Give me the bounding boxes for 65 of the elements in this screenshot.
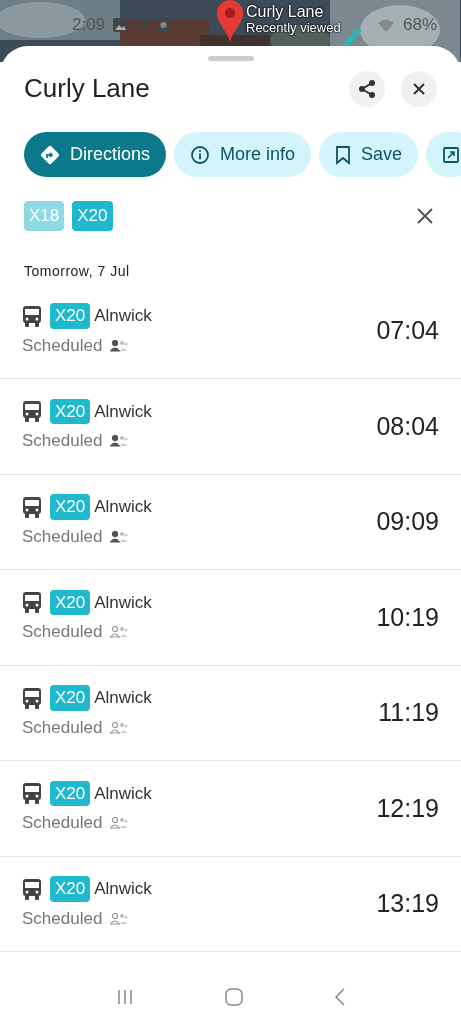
bus-icon — [22, 592, 42, 613]
status-text: Scheduled — [22, 812, 103, 835]
status-time: 2:09 — [71, 14, 106, 36]
departure-time: 13:19 — [376, 888, 439, 919]
departure-row[interactable]: X20 Alnwick Scheduled 10:19 — [0, 570, 461, 666]
bus-icon — [22, 305, 42, 327]
share-button[interactable] — [349, 70, 385, 107]
destination-text: Alnwick — [94, 496, 152, 519]
route-badge: X20 — [50, 876, 91, 902]
departure-row[interactable]: X20 Alnwick Scheduled 08:04 — [0, 379, 461, 475]
open-in-icon — [442, 145, 461, 164]
route-badge: X20 — [50, 589, 91, 616]
back-icon[interactable] — [333, 988, 346, 1006]
directions-button[interactable]: Directions — [24, 132, 167, 177]
destination-text: Alnwick — [94, 400, 152, 423]
place-label: Curly Lane — [246, 4, 325, 21]
map-pin-icon — [217, 0, 243, 42]
departure-time: 07:04 — [376, 315, 439, 346]
status-text: Scheduled — [22, 716, 103, 739]
bus-icon — [22, 496, 42, 518]
status-text: Scheduled — [22, 334, 103, 357]
battery-level: 68% — [402, 14, 437, 36]
departure-time: 08:04 — [376, 410, 439, 442]
close-button[interactable] — [401, 70, 437, 107]
close-icon — [412, 81, 426, 96]
route-badge: X20 — [50, 780, 91, 807]
status-text: Scheduled — [22, 525, 103, 548]
place-title: Curly Lane — [24, 72, 150, 105]
info-icon — [190, 144, 211, 165]
bookmark-icon — [335, 144, 352, 165]
departure-time: 09:09 — [376, 506, 439, 537]
destination-text: Alnwick — [94, 878, 152, 901]
destination-text: Alnwick — [94, 591, 152, 614]
status-text: Scheduled — [22, 621, 103, 644]
share-icon — [357, 78, 377, 99]
departure-row[interactable]: X20 Alnwick Scheduled 13:19 — [0, 856, 461, 952]
save-button[interactable]: Save — [319, 132, 419, 177]
bus-icon — [22, 401, 42, 422]
departure-row[interactable]: X20 Alnwick Scheduled 11:19 — [0, 665, 461, 761]
bus-icon — [22, 878, 42, 900]
destination-text: Alnwick — [94, 305, 152, 328]
status-text: Scheduled — [22, 907, 103, 930]
place-sublabel: Recently viewed — [246, 20, 341, 35]
bus-icon — [22, 783, 42, 804]
wifi-icon — [376, 17, 395, 32]
departure-row[interactable]: X20 Alnwick Scheduled 12:19 — [0, 761, 461, 857]
destination-text: Alnwick — [94, 687, 152, 710]
route-badge: X20 — [50, 494, 91, 520]
drag-handle[interactable] — [207, 56, 254, 61]
departure-row[interactable]: X20 Alnwick Scheduled 07:04 — [0, 283, 461, 379]
departure-row[interactable]: X20 Alnwick Scheduled 09:09 — [0, 474, 461, 570]
bus-icon — [22, 687, 42, 709]
action-button[interactable] — [426, 132, 461, 177]
clear-filter-icon[interactable] — [417, 207, 433, 224]
route-badge: X20 — [50, 303, 91, 329]
status-text: Scheduled — [22, 430, 103, 453]
home-icon[interactable] — [224, 988, 243, 1006]
departure-time: 11:19 — [378, 697, 439, 728]
departure-time: 10:19 — [376, 601, 439, 633]
route-badge: X20 — [50, 398, 91, 425]
departure-time: 12:19 — [376, 792, 439, 824]
destination-text: Alnwick — [94, 782, 152, 805]
date-heading: Tomorrow, 7 Jul — [23, 261, 131, 281]
more-info-button[interactable]: More info — [174, 132, 312, 177]
route-badge: X20 — [50, 685, 91, 711]
